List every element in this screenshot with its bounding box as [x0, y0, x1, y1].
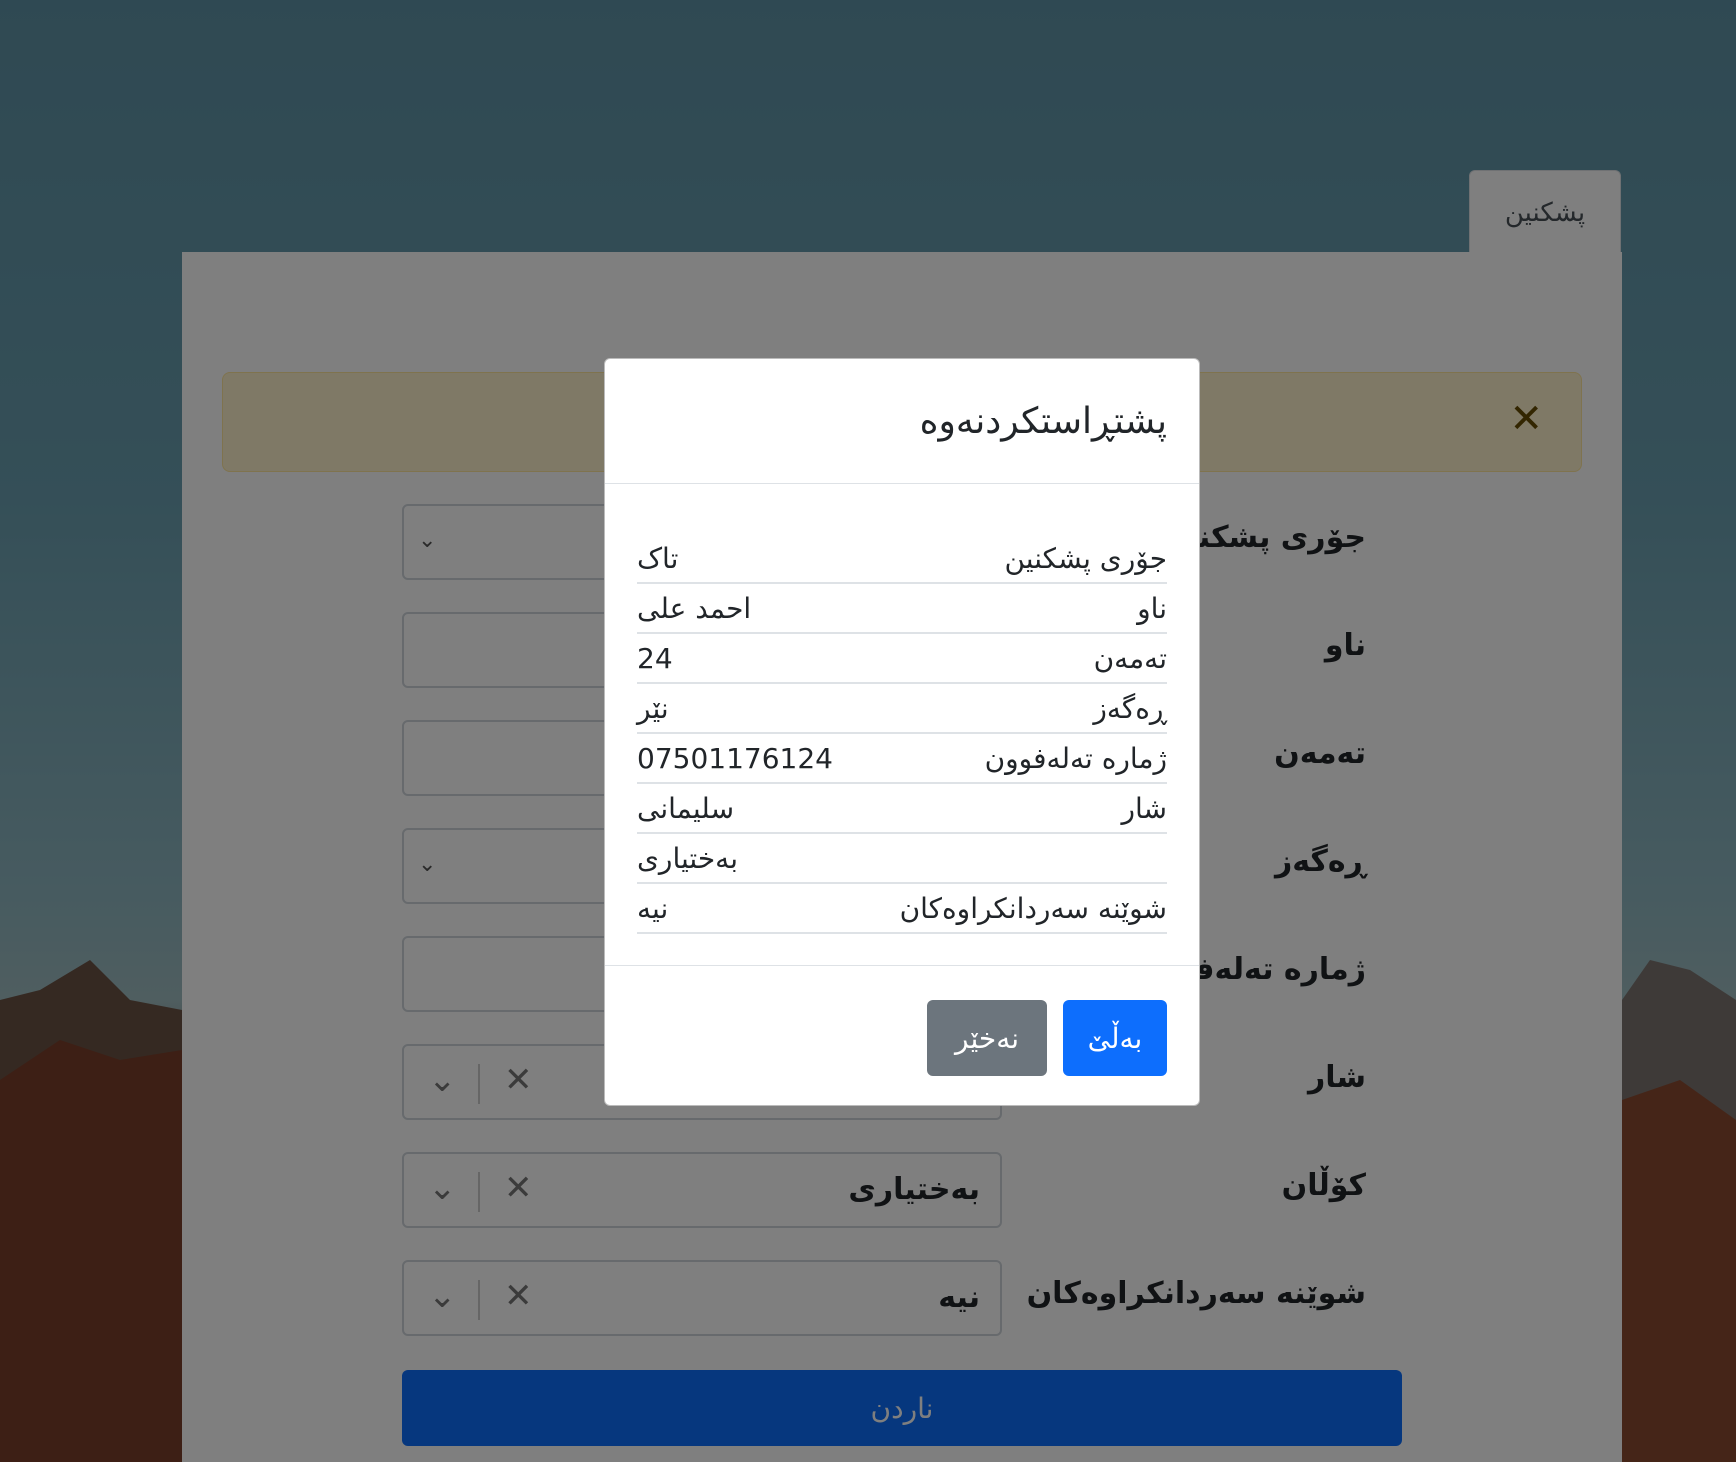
info-row: ناو احمد علی — [637, 584, 1167, 634]
info-value: سلیمانی — [637, 791, 735, 825]
info-row: جۆری پشکنین تاک — [637, 534, 1167, 584]
info-key: ڕەگەز — [1093, 691, 1167, 725]
confirmation-modal: پشتڕاستکردنەوە جۆری پشکنین تاک ناو احمد … — [604, 358, 1200, 1106]
info-row: تەمەن 24 — [637, 634, 1167, 684]
info-key: شوێنە سەردانکراوەکان — [899, 891, 1167, 925]
info-key: شار — [1121, 791, 1167, 825]
info-row: بەختیاری — [637, 834, 1167, 884]
no-button[interactable]: نەخێر — [927, 1000, 1047, 1076]
info-row: ڕەگەز نێر — [637, 684, 1167, 734]
modal-title: پشتڕاستکردنەوە — [919, 400, 1167, 442]
info-value: 24 — [637, 641, 673, 675]
modal-footer: بەڵێ نەخێر — [605, 966, 1199, 1106]
yes-button[interactable]: بەڵێ — [1063, 1000, 1167, 1076]
info-row: شار سلیمانی — [637, 784, 1167, 834]
info-value: 07501176124 — [637, 741, 833, 775]
info-key: جۆری پشکنین — [1004, 541, 1167, 575]
info-key: ژمارە تەلەفوون — [984, 741, 1167, 775]
modal-body: جۆری پشکنین تاک ناو احمد علی تەمەن 24 ڕە… — [605, 484, 1199, 966]
info-row: شوێنە سەردانکراوەکان نیە — [637, 884, 1167, 934]
info-value: احمد علی — [637, 591, 752, 625]
modal-header: پشتڕاستکردنەوە — [605, 359, 1199, 484]
info-key: ناو — [1137, 591, 1167, 625]
info-row: ژمارە تەلەفوون 07501176124 — [637, 734, 1167, 784]
info-key: تەمەن — [1093, 641, 1167, 675]
info-value: تاک — [637, 541, 679, 575]
info-value: بەختیاری — [637, 841, 738, 875]
info-value: نێر — [637, 691, 669, 725]
info-value: نیە — [637, 891, 669, 925]
